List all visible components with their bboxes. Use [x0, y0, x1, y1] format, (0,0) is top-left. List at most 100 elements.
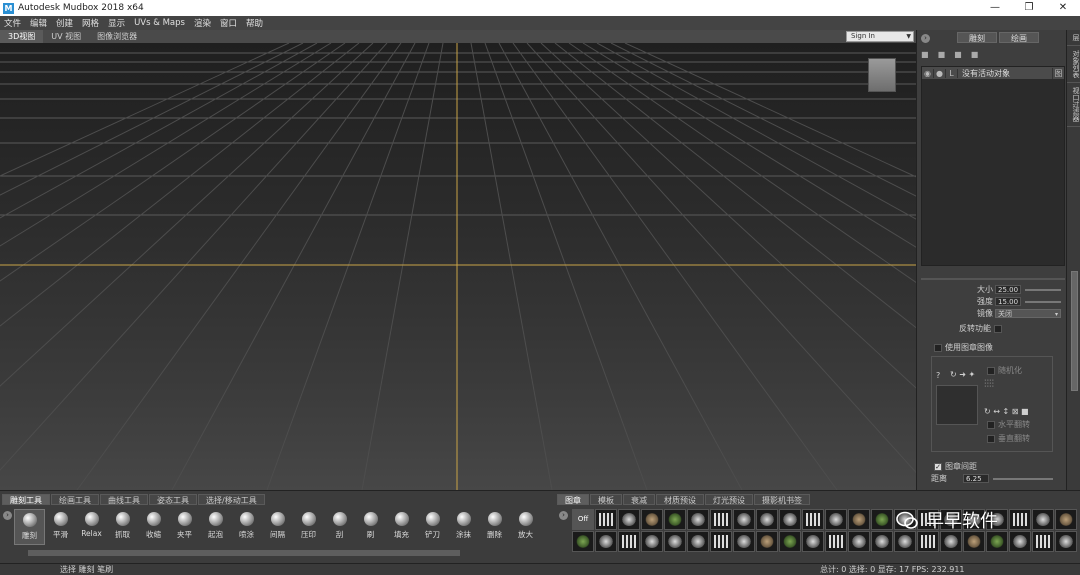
- tool-button[interactable]: 平滑: [45, 509, 76, 545]
- stamp-thumbnail[interactable]: [963, 531, 985, 552]
- stamp-thumbnail[interactable]: [664, 531, 686, 552]
- tab-3d-view[interactable]: 3D视图: [0, 30, 44, 43]
- tool-button[interactable]: Relax: [76, 509, 107, 545]
- size-slider[interactable]: [1025, 288, 1061, 291]
- stamp-thumbnail[interactable]: [664, 509, 686, 530]
- delete-icon[interactable]: ■: [954, 50, 962, 59]
- 3d-viewport[interactable]: [0, 43, 916, 490]
- list-item[interactable]: ◉ ● L 没有活动对象 图: [922, 67, 1064, 79]
- side-tab-layers[interactable]: 层: [1067, 30, 1080, 46]
- randomize-checkbox[interactable]: [987, 366, 995, 375]
- sign-in-dropdown[interactable]: Sign In: [846, 31, 914, 42]
- maximize-button[interactable]: ❐: [1012, 0, 1046, 16]
- stamp-thumbnail[interactable]: [618, 531, 640, 552]
- stamp-thumbnail[interactable]: [940, 531, 962, 552]
- folder-icon[interactable]: ■: [938, 50, 946, 59]
- stamp-thumbnail[interactable]: [894, 531, 916, 552]
- menu-mesh[interactable]: 网格: [82, 17, 99, 29]
- stamp-thumbnail[interactable]: [1032, 531, 1054, 552]
- tab-falloff[interactable]: 衰减: [623, 494, 655, 505]
- tool-button[interactable]: 起泡: [200, 509, 231, 545]
- stamp-thumbnail[interactable]: [871, 531, 893, 552]
- tray-nav-icon[interactable]: ›: [3, 511, 12, 520]
- menu-edit[interactable]: 编辑: [30, 17, 47, 29]
- stamp-thumbnail[interactable]: [1032, 509, 1054, 530]
- tab-select-move-tools[interactable]: 选择/移动工具: [198, 494, 265, 505]
- tool-button[interactable]: 夹平: [169, 509, 200, 545]
- stamp-thumbnail[interactable]: [779, 531, 801, 552]
- stamp-transform-icons[interactable]: ↻ ↔ ↕ ⊠ ■: [984, 407, 1029, 416]
- flip-horizontal-checkbox[interactable]: [987, 420, 995, 429]
- stamp-thumbnail[interactable]: [756, 531, 778, 552]
- distance-input[interactable]: 6.25: [963, 474, 989, 483]
- tab-paint-tools[interactable]: 绘画工具: [51, 494, 99, 505]
- stamp-thumbnail[interactable]: [825, 531, 847, 552]
- stamp-thumbnail[interactable]: [1009, 509, 1031, 530]
- stamp-thumbnail[interactable]: [733, 509, 755, 530]
- stamp-thumbnail[interactable]: [1009, 531, 1031, 552]
- tool-shelf-scrollbar[interactable]: [28, 550, 460, 556]
- size-input[interactable]: 25.00: [995, 285, 1021, 294]
- lock-icon[interactable]: ●: [934, 68, 946, 78]
- stamp-thumbnail[interactable]: [1055, 509, 1077, 530]
- stamp-thumbnail[interactable]: [618, 509, 640, 530]
- stamp-thumbnail[interactable]: [986, 531, 1008, 552]
- menu-render[interactable]: 渲染: [194, 17, 211, 29]
- tool-button[interactable]: 刮: [324, 509, 355, 545]
- stamp-thumbnail[interactable]: [687, 509, 709, 530]
- stamp-thumbnail[interactable]: [641, 531, 663, 552]
- tab-sculpt-tools[interactable]: 雕刻工具: [2, 494, 50, 505]
- stamp-thumbnail[interactable]: [779, 509, 801, 530]
- object-options-button[interactable]: 图: [1052, 67, 1064, 79]
- tab-image-browser[interactable]: 图像浏览器: [89, 30, 145, 43]
- stamp-thumbnail[interactable]: [917, 531, 939, 552]
- stamp-thumbnail[interactable]: [710, 509, 732, 530]
- view-cube[interactable]: [868, 58, 896, 92]
- tool-button[interactable]: 雕刻: [14, 509, 45, 545]
- close-button[interactable]: ✕: [1046, 0, 1080, 16]
- tab-sculpt[interactable]: 雕刻: [957, 32, 997, 43]
- minimize-button[interactable]: —: [978, 0, 1012, 16]
- tab-pose-tools[interactable]: 姿态工具: [149, 494, 197, 505]
- flip-vertical-checkbox[interactable]: [987, 434, 995, 443]
- invert-function-checkbox[interactable]: [994, 324, 1002, 333]
- tool-button[interactable]: 抓取: [107, 509, 138, 545]
- stamp-spacing-checkbox[interactable]: ✓: [934, 462, 942, 471]
- side-tab-viewport-filters[interactable]: 视口过滤器: [1067, 83, 1080, 127]
- menu-file[interactable]: 文件: [4, 17, 21, 29]
- menu-window[interactable]: 窗口: [220, 17, 237, 29]
- layer-options-icon[interactable]: ■: [971, 50, 979, 59]
- tab-stamps[interactable]: 图章: [557, 494, 589, 505]
- strength-slider[interactable]: [1025, 300, 1061, 303]
- stamp-thumbnail[interactable]: [848, 531, 870, 552]
- tab-stencils[interactable]: 模板: [590, 494, 622, 505]
- stamp-thumbnail[interactable]: [871, 509, 893, 530]
- stamp-thumbnail[interactable]: [641, 509, 663, 530]
- stamp-thumbnail[interactable]: [595, 531, 617, 552]
- stamp-thumbnail[interactable]: [756, 509, 778, 530]
- tool-button[interactable]: 收缩: [138, 509, 169, 545]
- rotate-arrows-icon[interactable]: ↻ ➜ ✦: [950, 370, 975, 379]
- new-layer-icon[interactable]: ■: [921, 50, 929, 59]
- stamp-thumbnail[interactable]: [848, 509, 870, 530]
- nav-arrow-icon[interactable]: ›: [921, 34, 930, 43]
- stamp-thumbnail[interactable]: [825, 509, 847, 530]
- tab-light-presets[interactable]: 灯光预设: [705, 494, 753, 505]
- stamp-thumbnail[interactable]: [733, 531, 755, 552]
- randomize-sliders-icon[interactable]: ⫶⫶⫶⫶: [984, 379, 994, 390]
- menu-display[interactable]: 显示: [108, 17, 125, 29]
- stamp-thumbnail[interactable]: [1055, 531, 1077, 552]
- stamp-nav-icon[interactable]: ›: [559, 511, 568, 520]
- side-tab-object-list[interactable]: 对象列表: [1067, 46, 1080, 83]
- stamp-thumbnail[interactable]: [710, 531, 732, 552]
- tab-material-presets[interactable]: 材质预设: [656, 494, 704, 505]
- stamp-thumbnail[interactable]: [687, 531, 709, 552]
- mirror-select[interactable]: 关闭: [995, 309, 1061, 319]
- menu-help[interactable]: 帮助: [246, 17, 263, 29]
- distance-slider[interactable]: [993, 477, 1053, 480]
- tool-button[interactable]: 间隔: [262, 509, 293, 545]
- menu-uvs-maps[interactable]: UVs & Maps: [134, 18, 185, 28]
- stamp-thumbnail[interactable]: [572, 531, 594, 552]
- tab-camera-bookmarks[interactable]: 摄影机书签: [754, 494, 810, 505]
- tool-button[interactable]: 刷: [355, 509, 386, 545]
